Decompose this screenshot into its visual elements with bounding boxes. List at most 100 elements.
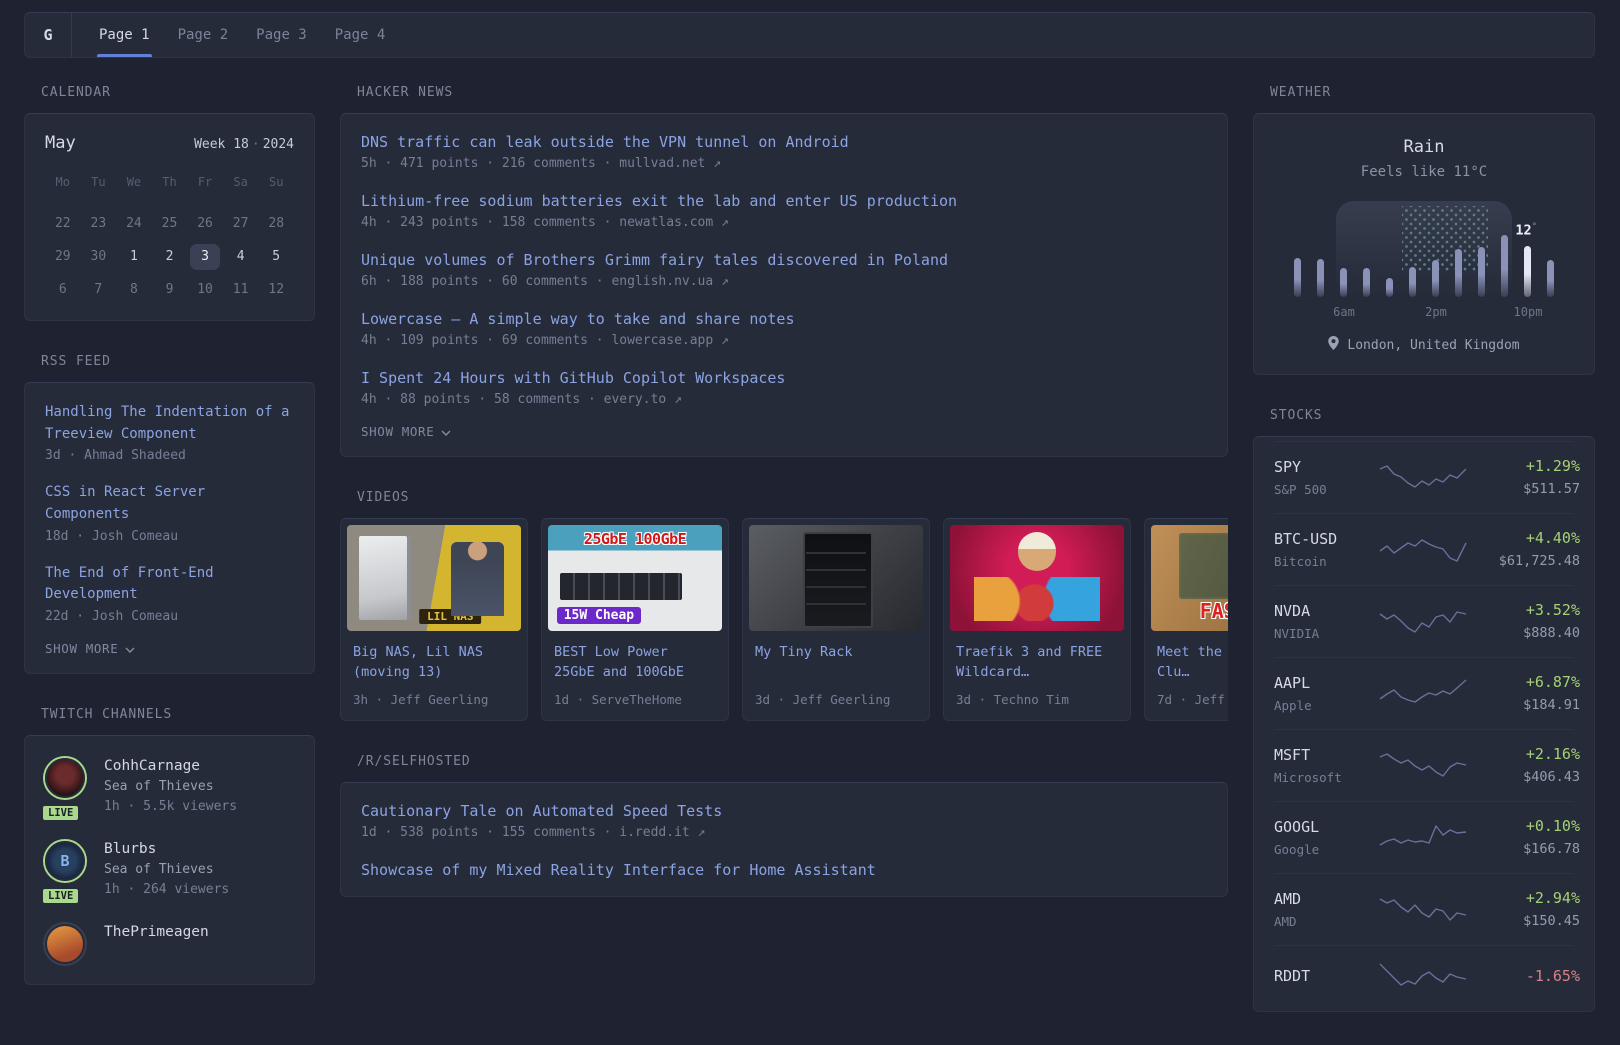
stock-name: S&P 500: [1274, 481, 1327, 497]
calendar-day: 22: [54, 216, 71, 231]
hackernews-item-title[interactable]: Unique volumes of Brothers Grimm fairy t…: [361, 251, 1207, 269]
sparkline-path: [1379, 753, 1467, 777]
video-title[interactable]: Big NAS, Lil NAS (moving 13): [353, 642, 515, 683]
stock-price: $150.45: [1523, 913, 1580, 929]
calendar-widget: CALENDAR May Week 18 · 2024 Mo Tu We Th Fr Sa Su…: [24, 85, 315, 321]
stock-row[interactable]: NVDA NVIDIA +3.52% $888.40: [1274, 585, 1580, 657]
weekday-label: Mo: [55, 175, 70, 189]
rss-item[interactable]: Handling The Indentation of a Treeview C…: [45, 402, 294, 463]
twitch-channel-row[interactable]: B LIVE Blurbs Sea of Thieves 1h · 264 vi…: [41, 839, 296, 906]
video-thumbnail[interactable]: LIL NAS: [347, 525, 521, 631]
stock-symbol[interactable]: NVDA: [1274, 602, 1370, 620]
twitch-category[interactable]: Sea of Thieves: [104, 779, 237, 794]
reddit-item-title[interactable]: Showcase of my Mixed Reality Interface f…: [361, 861, 1207, 879]
stock-change-percent: +1.29%: [1525, 457, 1580, 475]
stock-symbol[interactable]: RDDT: [1274, 967, 1370, 985]
video-title[interactable]: Traefik 3 and FREE Wildcard…: [956, 642, 1118, 683]
middle-column: HACKER NEWS DNS traffic can leak outside…: [340, 85, 1228, 1045]
stock-row[interactable]: RDDT -1.65%: [1274, 945, 1580, 1007]
show-more-label: SHOW MORE: [45, 641, 119, 657]
sparkline-path: [1379, 898, 1467, 921]
hackernews-item-title[interactable]: Lowercase – A simple way to take and sha…: [361, 310, 1207, 328]
hackernews-item[interactable]: DNS traffic can leak outside the VPN tun…: [361, 133, 1207, 171]
hackernews-item-title[interactable]: Lithium-free sodium batteries exit the l…: [361, 192, 1207, 210]
stock-values: +3.52% $888.40: [1476, 601, 1580, 641]
stock-row[interactable]: GOOGL Google +0.10% $166.78: [1274, 801, 1580, 873]
video-thumbnail[interactable]: 25GbE 100GbE 15W Cheap: [548, 525, 722, 631]
stock-row[interactable]: BTC-USD Bitcoin +4.40% $61,725.48: [1274, 513, 1580, 585]
twitch-channel-row[interactable]: ThePrimeagen: [43, 922, 296, 966]
rss-item-title[interactable]: CSS in React Server Components: [45, 482, 294, 525]
hackernews-item[interactable]: Lowercase – A simple way to take and sha…: [361, 310, 1207, 348]
temperature-bar: [1524, 245, 1531, 297]
calendar-day: 30: [90, 249, 107, 264]
stock-row[interactable]: MSFT Microsoft +2.16% $406.43: [1274, 729, 1580, 801]
sparkline-path: [1379, 825, 1467, 846]
video-title[interactable]: BEST Low Power 25GbE and 100GbE Switch…: [554, 642, 716, 683]
twitch-channel-name[interactable]: ThePrimeagen: [104, 924, 209, 940]
twitch-channel-info: Blurbs Sea of Thieves 1h · 264 viewers: [104, 839, 229, 897]
sparkline-path: [1379, 611, 1467, 633]
weekday-label: We: [126, 175, 142, 189]
rss-item-title[interactable]: The End of Front-End Development: [45, 563, 294, 606]
hackernews-item-title[interactable]: I Spent 24 Hours with GitHub Copilot Wor…: [361, 369, 1207, 387]
video-title[interactable]: My Tiny Rack: [755, 642, 917, 683]
rss-show-more-button[interactable]: SHOW MORE: [45, 641, 294, 656]
hackernews-item[interactable]: I Spent 24 Hours with GitHub Copilot Wor…: [361, 369, 1207, 407]
reddit-item[interactable]: Showcase of my Mixed Reality Interface f…: [361, 861, 1207, 879]
page-tab[interactable]: Page 3: [256, 13, 307, 57]
stock-symbol[interactable]: SPY: [1274, 458, 1370, 476]
stock-symbol[interactable]: AAPL: [1274, 674, 1370, 692]
twitch-card: LIVE CohhCarnage Sea of Thieves 1h · 5.5…: [24, 735, 315, 986]
reddit-item[interactable]: Cautionary Tale on Automated Speed Tests…: [361, 802, 1207, 840]
twitch-meta: 1h · 264 viewers: [104, 882, 230, 898]
calendar-day: 24: [126, 216, 142, 231]
hackernews-item[interactable]: Lithium-free sodium batteries exit the l…: [361, 192, 1207, 230]
reddit-item-title[interactable]: Cautionary Tale on Automated Speed Tests: [361, 802, 1207, 820]
video-thumbnail[interactable]: [749, 525, 923, 631]
page-tab[interactable]: Page 4: [335, 13, 386, 57]
weather-hourly-chart: 12° 6am 2pm 10pm: [1290, 201, 1558, 319]
calendar-day: 28: [268, 216, 285, 231]
stock-row[interactable]: SPY S&P 500 +1.29% $511.57: [1274, 441, 1580, 513]
hackernews-item-title[interactable]: DNS traffic can leak outside the VPN tun…: [361, 133, 1207, 151]
rss-item[interactable]: CSS in React Server Components 18d · Josh…: [45, 482, 294, 543]
video-card: LIL NAS Big NAS, Lil NAS (moving 13) 3h …: [340, 518, 528, 721]
page-tabs: Page 1 Page 2 Page 3 Page 4: [72, 13, 412, 57]
rss-item[interactable]: The End of Front-End Development 22d · Jo…: [45, 563, 294, 624]
stock-change-percent: +2.16%: [1525, 745, 1580, 763]
weather-widget: WEATHER Rain Feels like 11°C 12° 6am 2pm 1…: [1253, 85, 1595, 375]
twitch-category[interactable]: Sea of Thieves: [104, 862, 229, 877]
temperature-bar: [1340, 268, 1347, 297]
calendar-day: 11: [232, 282, 249, 297]
stock-row[interactable]: AMD AMD +2.94% $150.45: [1274, 873, 1580, 945]
stock-identity: AAPL Apple: [1274, 674, 1370, 713]
calendar-day: 4: [236, 249, 245, 264]
twitch-avatar-wrap: B LIVE: [41, 839, 87, 906]
twitch-channel-row[interactable]: LIVE CohhCarnage Sea of Thieves 1h · 5.5…: [41, 756, 296, 823]
twitch-channel-name[interactable]: Blurbs: [104, 841, 229, 857]
calendar-day: 8: [130, 282, 138, 297]
video-title[interactable]: Meet the new Linux Clu…: [1157, 642, 1228, 683]
stock-identity: AMD AMD: [1274, 890, 1370, 929]
stock-price: $511.57: [1523, 481, 1580, 497]
hackernews-show-more-button[interactable]: SHOW MORE: [361, 424, 1207, 439]
stock-symbol[interactable]: AMD: [1274, 890, 1370, 908]
hackernews-item-meta: 4h · 243 points · 158 comments · newatla…: [361, 215, 729, 230]
page-tab[interactable]: Page 1: [97, 13, 152, 57]
stock-symbol[interactable]: GOOGL: [1274, 818, 1370, 836]
stock-symbol[interactable]: BTC-USD: [1274, 530, 1370, 548]
page-tab[interactable]: Page 2: [178, 13, 229, 57]
rss-item-title[interactable]: Handling The Indentation of a Treeview C…: [45, 402, 294, 445]
stock-row[interactable]: AAPL Apple +6.87% $184.91: [1274, 657, 1580, 729]
hackernews-item[interactable]: Unique volumes of Brothers Grimm fairy t…: [361, 251, 1207, 289]
calendar-day: 26: [197, 216, 213, 231]
twitch-channel-name[interactable]: CohhCarnage: [104, 758, 237, 774]
stock-sparkline: [1378, 606, 1468, 636]
avatar: [45, 758, 85, 799]
stock-identity: MSFT Microsoft: [1274, 746, 1370, 785]
stock-symbol[interactable]: MSFT: [1274, 746, 1370, 764]
video-card: 25GbE 100GbE 15W Cheap BEST Low Power 25G…: [541, 518, 729, 721]
video-thumbnail[interactable]: [950, 525, 1124, 631]
video-thumbnail[interactable]: FAST: [1151, 525, 1228, 631]
